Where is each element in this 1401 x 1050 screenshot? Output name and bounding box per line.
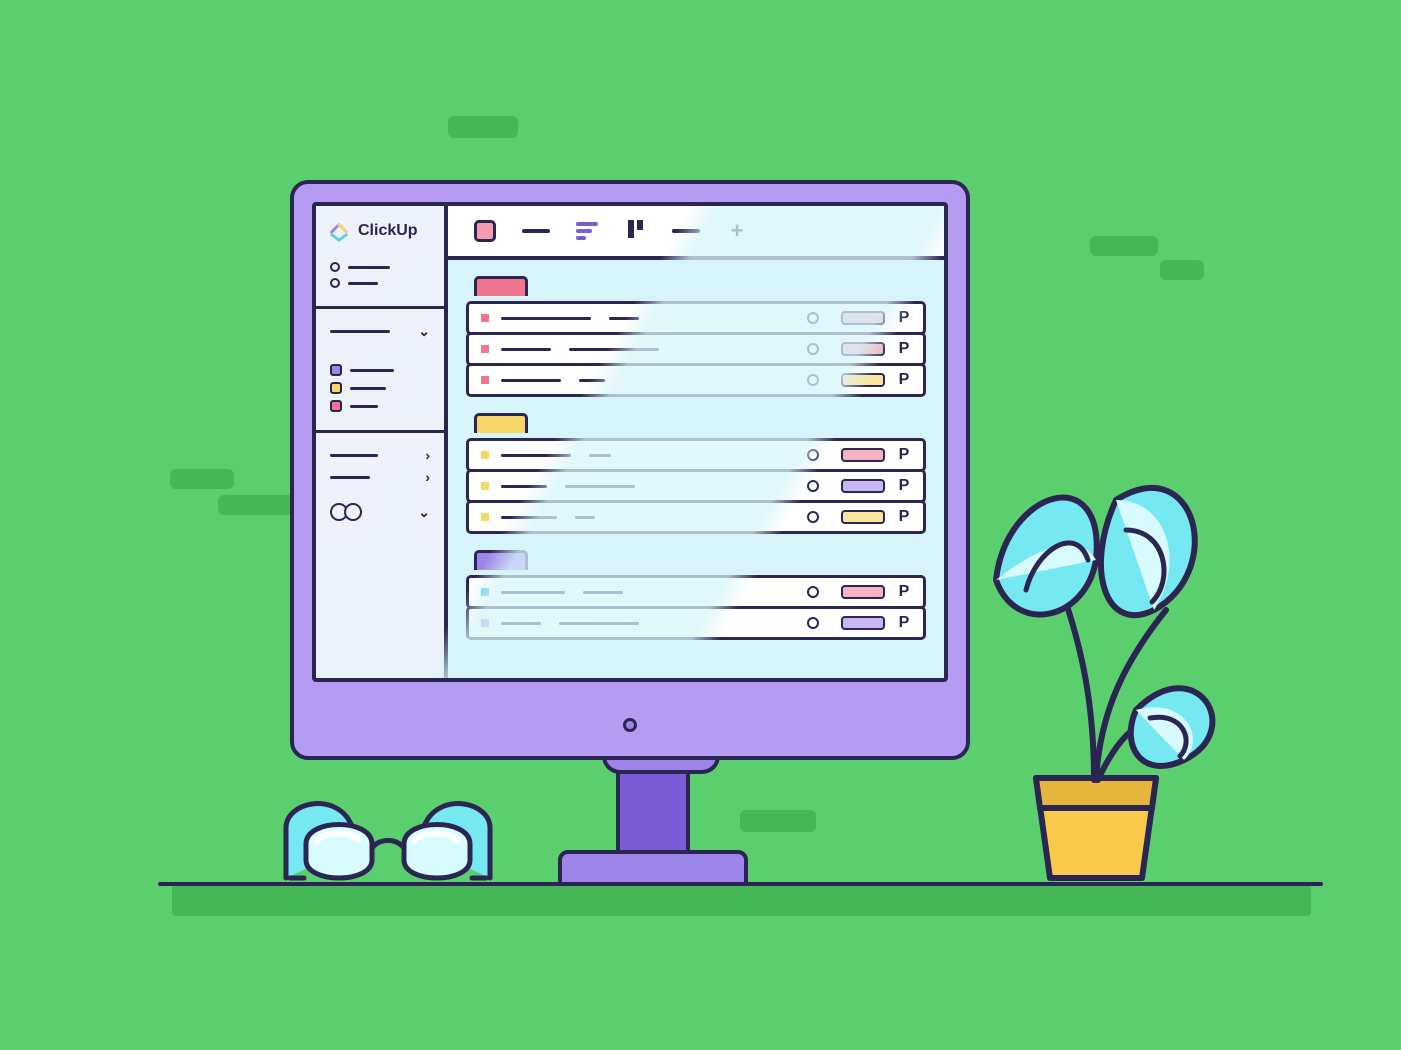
assignee-icon <box>807 480 819 492</box>
plant <box>966 460 1226 890</box>
monitor-chin <box>294 694 966 756</box>
add-view-button[interactable]: + <box>726 220 748 242</box>
group-status-tag[interactable] <box>474 276 528 296</box>
chevron-right-icon: › <box>425 447 430 463</box>
clickup-logo-icon <box>328 220 350 242</box>
assignee-icon <box>807 312 819 324</box>
view-tab-list[interactable] <box>474 220 496 242</box>
monitor-stand-base <box>558 850 748 886</box>
task-row[interactable]: P <box>466 363 926 397</box>
view-tab[interactable] <box>672 229 700 233</box>
group-status-tag[interactable] <box>474 550 528 570</box>
sidebar-spaces-list <box>316 358 444 430</box>
priority-flag-icon: P <box>897 583 911 601</box>
power-button-icon <box>623 718 637 732</box>
view-tab-board-icon[interactable] <box>624 220 646 242</box>
task-group: P P P <box>466 276 926 397</box>
bg-brick <box>740 810 816 832</box>
due-date-pill <box>841 373 885 387</box>
assignee-icon <box>807 511 819 523</box>
bg-brick <box>448 116 518 138</box>
task-row[interactable]: P <box>466 469 926 503</box>
bg-brick <box>218 495 294 515</box>
sidebar-space-item[interactable] <box>330 382 430 394</box>
sidebar-collapsed-item[interactable]: › <box>330 469 430 485</box>
task-row[interactable]: P <box>466 500 926 534</box>
desk-line <box>158 882 1323 886</box>
app-logo[interactable]: ClickUp <box>316 206 444 252</box>
sidebar-quick-section <box>316 252 444 306</box>
task-row[interactable]: P <box>466 301 926 335</box>
task-row[interactable]: P <box>466 332 926 366</box>
due-date-pill <box>841 616 885 630</box>
priority-flag-icon: P <box>897 309 911 327</box>
assignee-icon <box>807 343 819 355</box>
assignee-icon <box>807 586 819 598</box>
task-group: P P P <box>466 413 926 534</box>
bg-brick <box>1090 236 1158 256</box>
sidebar-spaces-header[interactable]: ⌄ <box>316 306 444 358</box>
sidebar: ClickUp ⌄ › › ⌄ <box>316 206 448 678</box>
due-date-pill <box>841 585 885 599</box>
due-date-pill <box>841 479 885 493</box>
brand-name: ClickUp <box>358 222 418 240</box>
task-row[interactable]: P <box>466 438 926 472</box>
due-date-pill <box>841 311 885 325</box>
group-status-tag[interactable] <box>474 413 528 433</box>
priority-flag-icon: P <box>897 446 911 464</box>
task-row[interactable]: P <box>466 575 926 609</box>
sidebar-collapsed-section: › › <box>316 430 444 503</box>
task-group: P P <box>466 550 926 640</box>
bg-brick <box>170 469 234 489</box>
priority-flag-icon: P <box>897 477 911 495</box>
sidebar-space-item[interactable] <box>330 400 430 412</box>
priority-flag-icon: P <box>897 614 911 632</box>
assignee-icon <box>807 374 819 386</box>
sidebar-avatars[interactable]: ⌄ <box>316 503 444 533</box>
task-row[interactable]: P <box>466 606 926 640</box>
sidebar-space-item[interactable] <box>330 364 430 376</box>
due-date-pill <box>841 448 885 462</box>
glasses <box>276 788 500 888</box>
chevron-right-icon: › <box>425 469 430 485</box>
chevron-down-icon: ⌄ <box>418 323 430 340</box>
view-tabs: + <box>448 206 944 260</box>
monitor-body: ClickUp ⌄ › › ⌄ <box>290 180 970 760</box>
due-date-pill <box>841 510 885 524</box>
bg-brick <box>1160 260 1204 280</box>
main-area: + P P P P P P P P <box>448 206 944 678</box>
assignee-icon <box>807 617 819 629</box>
sidebar-quick-item[interactable] <box>330 278 430 288</box>
sidebar-collapsed-item[interactable]: › <box>330 447 430 463</box>
task-list: P P P P P P P P <box>448 260 944 656</box>
view-tab[interactable] <box>522 229 550 233</box>
app-window: ClickUp ⌄ › › ⌄ <box>312 202 948 682</box>
priority-flag-icon: P <box>897 508 911 526</box>
priority-flag-icon: P <box>897 371 911 389</box>
chevron-down-icon: ⌄ <box>418 504 430 521</box>
priority-flag-icon: P <box>897 340 911 358</box>
due-date-pill <box>841 342 885 356</box>
sidebar-quick-item[interactable] <box>330 262 430 272</box>
view-tab-gantt-icon[interactable] <box>576 220 598 242</box>
monitor-stand-neck <box>616 752 690 862</box>
assignee-icon <box>807 449 819 461</box>
avatar-icon <box>344 503 362 521</box>
